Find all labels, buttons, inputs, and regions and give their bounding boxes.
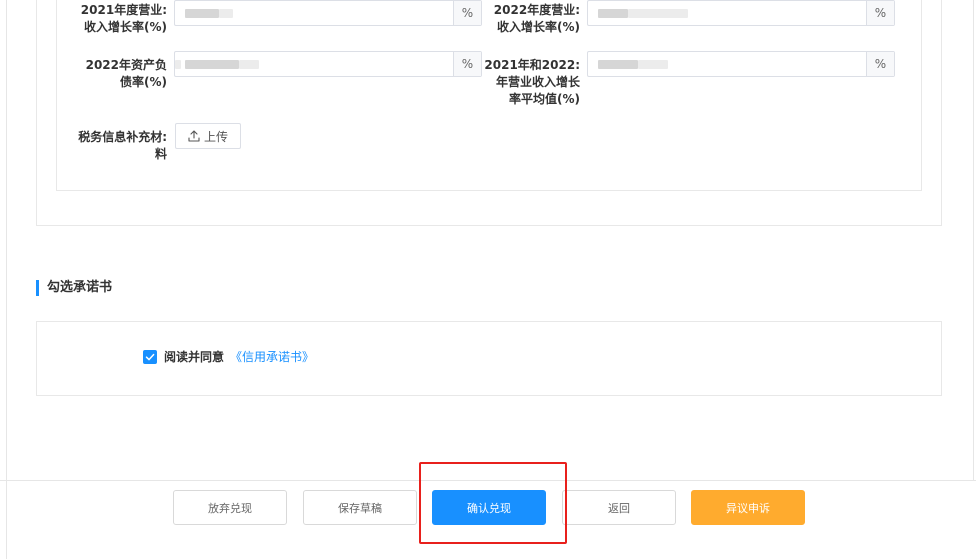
revenue-growth-2022-value[interactable]: [588, 1, 866, 25]
footer-divider: [0, 480, 976, 481]
revenue-growth-average-input[interactable]: %: [587, 51, 895, 77]
revenue-growth-average-label: 2021年和2022: 年营业收入增长 率平均值(%): [484, 58, 580, 106]
agree-label: 阅读并同意: [164, 350, 225, 364]
debt-ratio-2022-value[interactable]: [175, 52, 453, 76]
credit-commitment-link[interactable]: 《信用承诺书》: [230, 350, 314, 364]
revenue-growth-2022-input[interactable]: %: [587, 0, 895, 26]
tax-supplement-label: 税务信息补充材: 料: [78, 130, 167, 161]
objection-appeal-button[interactable]: 异议申诉: [691, 490, 805, 525]
redacted-value: [185, 9, 219, 18]
redacted-value: [219, 9, 233, 18]
section-accent-bar: [36, 280, 39, 296]
save-draft-button[interactable]: 保存草稿: [303, 490, 417, 525]
percent-suffix: %: [866, 52, 894, 76]
redacted-value: [598, 9, 628, 18]
upload-button-label: 上传: [203, 129, 228, 144]
page-right-border: [973, 0, 974, 480]
redacted-value: [239, 60, 259, 69]
redacted-value: [638, 60, 668, 69]
revenue-growth-2021-value[interactable]: [175, 1, 453, 25]
percent-suffix: %: [866, 1, 894, 25]
revenue-growth-average-value[interactable]: [588, 52, 866, 76]
upload-button[interactable]: 上传: [175, 123, 241, 149]
commitment-section-title: 勾选承诺书: [47, 280, 113, 295]
revenue-growth-2021-input[interactable]: %: [174, 0, 482, 26]
revenue-growth-2022-label: 2022年度营业: 收入增长率(%): [493, 3, 580, 34]
debt-ratio-2022-label: 2022年资产负 债率(%): [85, 58, 167, 89]
abandon-redeem-button[interactable]: 放弃兑现: [173, 490, 287, 525]
back-button[interactable]: 返回: [562, 490, 676, 525]
upload-icon: [188, 130, 200, 142]
debt-ratio-2022-input[interactable]: %: [174, 51, 482, 77]
redacted-value: [598, 60, 638, 69]
confirm-redeem-button[interactable]: 确认兑现: [432, 490, 546, 525]
agree-checkbox[interactable]: [143, 350, 157, 364]
redacted-value: [628, 9, 688, 18]
check-icon: [145, 353, 155, 361]
redacted-value: [175, 60, 181, 69]
page-left-border: [6, 0, 7, 559]
revenue-growth-2021-label: 2021年度营业: 收入增长率(%): [80, 3, 167, 34]
redacted-value: [185, 60, 239, 69]
